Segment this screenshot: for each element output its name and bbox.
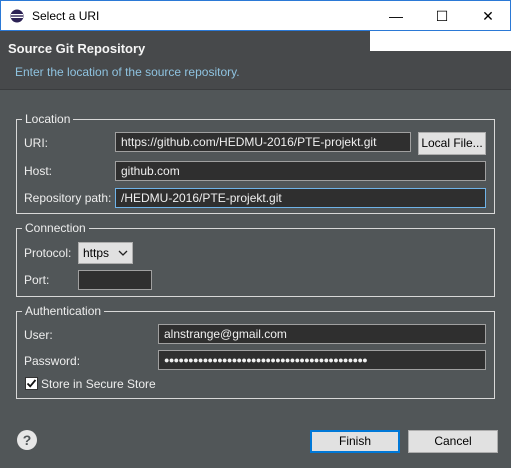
title-bar: Select a URI — ☐ ✕ (0, 0, 511, 31)
protocol-select[interactable]: https (78, 242, 133, 264)
minimize-button[interactable]: — (373, 1, 419, 31)
password-input[interactable]: ●●●●●●●●●●●●●●●●●●●●●●●●●●●●●●●●●●●●●●●●… (158, 350, 486, 370)
authentication-legend: Authentication (25, 304, 102, 318)
protocol-value: https (83, 246, 110, 260)
store-secure-label: Store in Secure Store (41, 377, 156, 391)
port-input[interactable] (78, 270, 152, 290)
window-title: Select a URI (32, 9, 100, 23)
uri-label: URI: (24, 136, 48, 150)
repository-path-input[interactable]: /HEDMU-2016/PTE-projekt.git (115, 188, 486, 208)
cancel-button[interactable]: Cancel (408, 430, 498, 453)
page-description: Enter the location of the source reposit… (15, 65, 240, 79)
wizard-banner: Source Git Repository Enter the location… (0, 31, 511, 89)
close-button[interactable]: ✕ (465, 1, 511, 31)
page-title: Source Git Repository (8, 41, 146, 56)
help-icon[interactable]: ? (17, 430, 37, 450)
port-label: Port: (24, 273, 50, 287)
repository-path-label: Repository path: (24, 191, 112, 205)
user-label: User: (24, 328, 53, 342)
store-secure-checkbox[interactable] (25, 377, 38, 390)
local-file-button[interactable]: Local File... (418, 132, 486, 155)
user-input[interactable]: alnstrange@gmail.com (158, 324, 486, 344)
host-label: Host: (24, 164, 53, 178)
protocol-label: Protocol: (24, 246, 72, 260)
location-legend: Location (25, 112, 71, 126)
checkmark-icon (26, 379, 37, 388)
banner-separator (0, 89, 511, 90)
uri-input[interactable]: https://github.com/HEDMU-2016/PTE-projek… (115, 132, 411, 152)
password-label: Password: (24, 354, 81, 368)
connection-legend: Connection (25, 221, 86, 235)
eclipse-icon (10, 9, 24, 23)
chevron-down-icon (118, 250, 128, 256)
banner-image (370, 31, 511, 51)
finish-button[interactable]: Finish (310, 430, 400, 453)
host-input[interactable]: github.com (115, 161, 486, 181)
maximize-button[interactable]: ☐ (419, 1, 465, 31)
